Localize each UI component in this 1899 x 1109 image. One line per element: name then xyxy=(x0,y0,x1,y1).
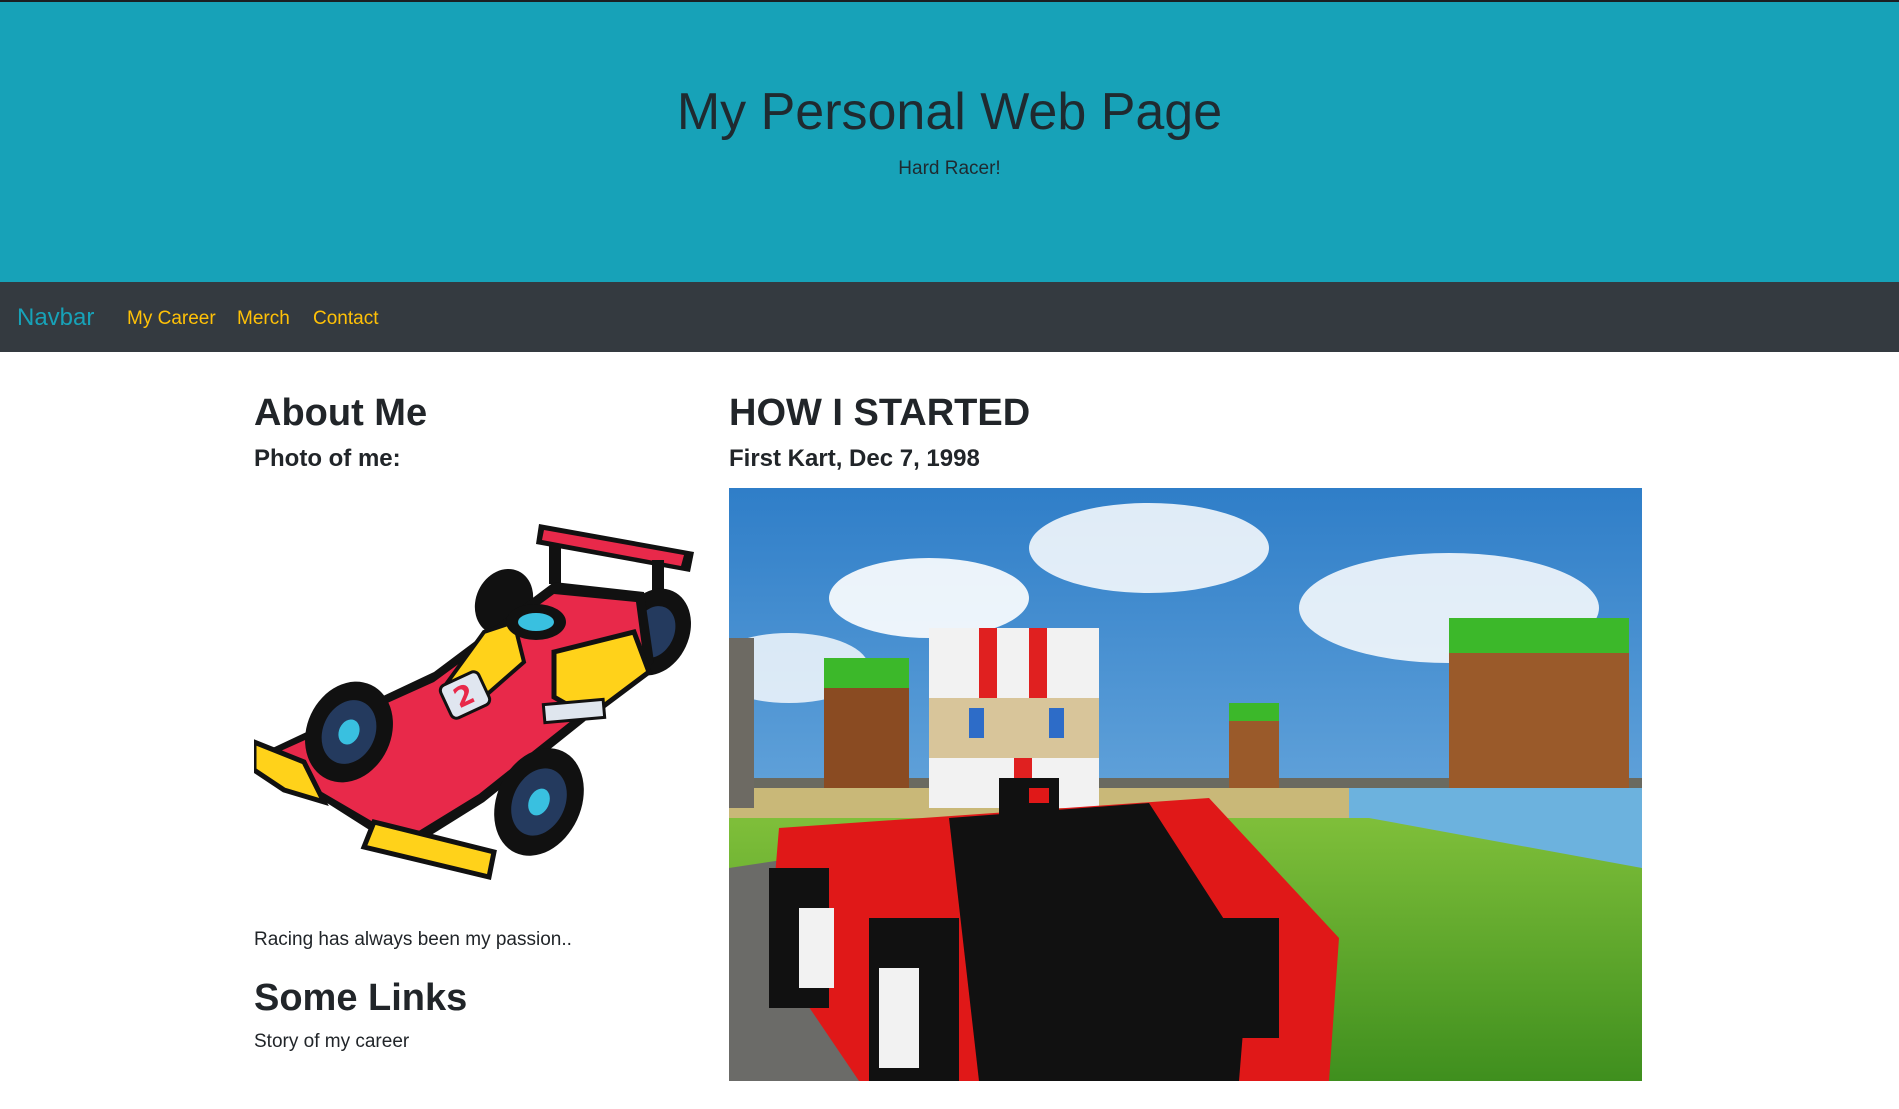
page-title: My Personal Web Page xyxy=(676,83,1223,141)
first-kart-caption: First Kart, Dec 7, 1998 xyxy=(729,445,980,472)
page-subtitle: Hard Racer! xyxy=(898,158,1001,179)
race-car-image: 2 xyxy=(251,522,694,882)
about-me-column: About Me Photo of me: 2 Racing has alway… xyxy=(251,392,704,1052)
kart-scene-illustration xyxy=(709,488,1642,1088)
about-me-heading: About Me xyxy=(254,392,428,434)
some-links-heading: Some Links xyxy=(254,977,468,1019)
photo-label: Photo of me: xyxy=(254,445,401,472)
how-i-started-column: HOW I STARTED First Kart, Dec 7, 1998 xyxy=(709,392,1643,1088)
nav-link-contact[interactable]: Contact xyxy=(313,308,378,330)
how-i-started-heading: HOW I STARTED xyxy=(729,392,1031,434)
navbar: Navbar My Career Merch Contact xyxy=(0,282,1899,352)
story-of-my-career-link[interactable]: Story of my career xyxy=(254,1031,409,1053)
nav-link-merch[interactable]: Merch xyxy=(237,308,290,330)
hero-jumbotron: My Personal Web Page Hard Racer! xyxy=(0,2,1899,282)
first-kart-image xyxy=(709,488,1642,1088)
passion-text: Racing has always been my passion.. xyxy=(254,929,572,950)
navbar-brand[interactable]: Navbar xyxy=(17,304,94,332)
race-car-illustration: 2 xyxy=(251,524,694,881)
nav-link-my-career[interactable]: My Career xyxy=(127,308,216,330)
